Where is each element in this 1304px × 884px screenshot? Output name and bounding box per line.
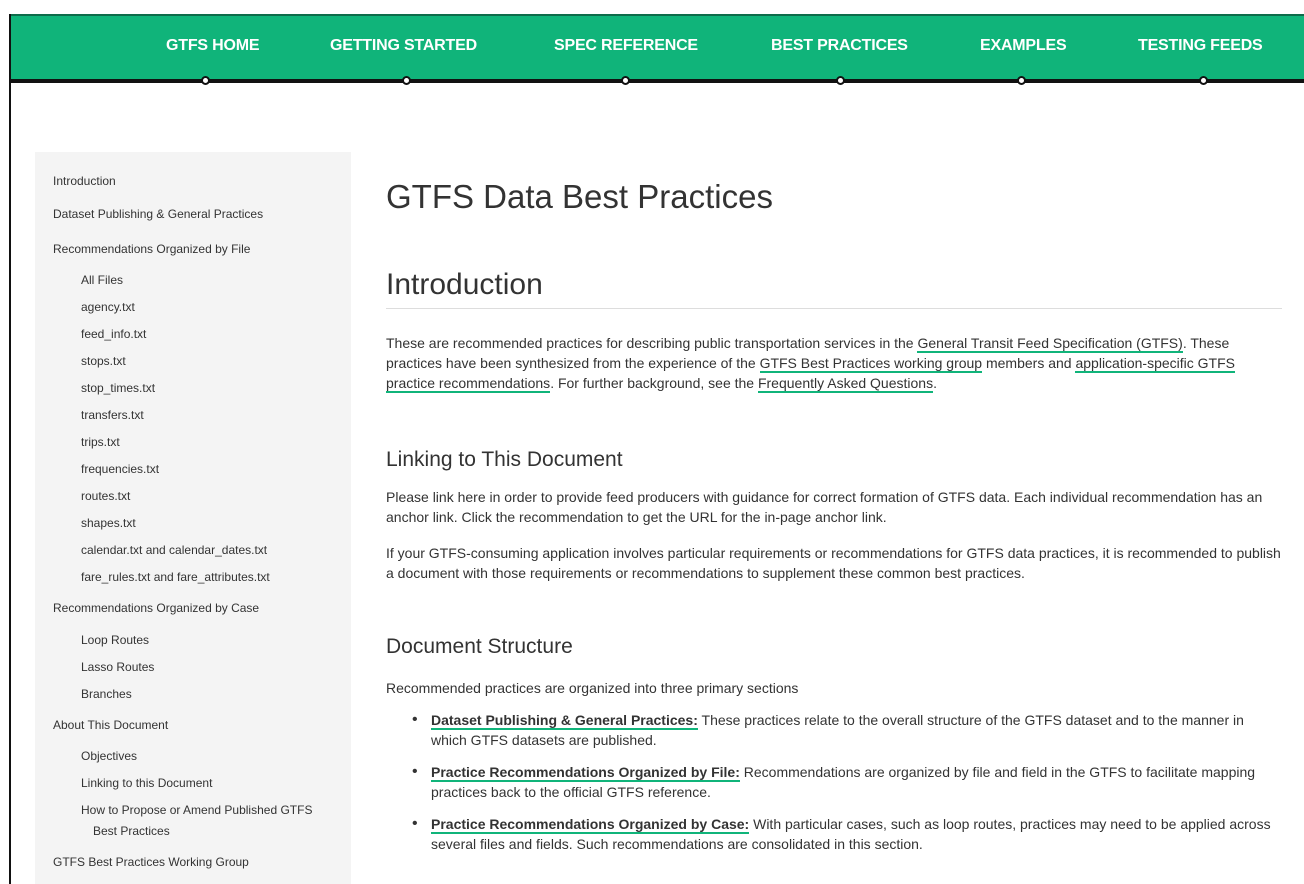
sidebar-item-working-group[interactable]: GTFS Best Practices Working Group xyxy=(53,854,249,870)
sidebar-item-loop-routes[interactable]: Loop Routes xyxy=(81,632,149,648)
sidebar-item-shapes[interactable]: shapes.txt xyxy=(81,515,136,531)
sidebar-item-calendar[interactable]: calendar.txt and calendar_dates.txt xyxy=(81,542,267,558)
sidebar-item-stop-times[interactable]: stop_times.txt xyxy=(81,380,155,396)
sidebar-item-propose-amend-cont[interactable]: Best Practices xyxy=(93,823,170,839)
frame-border xyxy=(9,14,11,884)
sidebar-item-fare-rules[interactable]: fare_rules.txt and fare_attributes.txt xyxy=(81,569,270,585)
link-by-file[interactable]: Practice Recommendations Organized by Fi… xyxy=(431,764,740,782)
link-gtfs-spec[interactable]: General Transit Feed Specification (GTFS… xyxy=(917,335,1183,353)
sidebar-item-transfers[interactable]: transfers.txt xyxy=(81,407,144,423)
list-item: Practice Recommendations Organized by Ca… xyxy=(410,814,1282,854)
nav-marker-dot xyxy=(621,76,630,85)
nav-marker-dot xyxy=(402,76,411,85)
nav-getting-started[interactable]: GETTING STARTED xyxy=(330,37,477,55)
nav-spec-reference[interactable]: SPEC REFERENCE xyxy=(554,37,698,55)
sidebar-item-dataset-publishing[interactable]: Dataset Publishing & General Practices xyxy=(53,206,263,222)
sidebar-item-lasso-routes[interactable]: Lasso Routes xyxy=(81,659,154,675)
nav-best-practices[interactable]: BEST PRACTICES xyxy=(771,37,908,55)
section-heading-structure: Document Structure xyxy=(386,635,573,658)
nav-gtfs-home[interactable]: GTFS HOME xyxy=(166,37,260,55)
sidebar-item-feed-info[interactable]: feed_info.txt xyxy=(81,326,146,342)
sidebar-item-recommendations-by-case[interactable]: Recommendations Organized by Case xyxy=(53,600,259,616)
sidebar-toc: Introduction Dataset Publishing & Genera… xyxy=(35,152,351,884)
sidebar-item-recommendations-by-file[interactable]: Recommendations Organized by File xyxy=(53,241,250,257)
list-item: Practice Recommendations Organized by Fi… xyxy=(410,762,1282,802)
sidebar-item-about[interactable]: About This Document xyxy=(53,717,168,733)
sidebar-item-agency[interactable]: agency.txt xyxy=(81,299,135,315)
intro-paragraph: These are recommended practices for desc… xyxy=(386,333,1282,393)
sidebar-item-trips[interactable]: trips.txt xyxy=(81,434,120,450)
structure-paragraph: Recommended practices are organized into… xyxy=(386,680,799,696)
sidebar-item-introduction[interactable]: Introduction xyxy=(53,173,116,189)
link-by-case[interactable]: Practice Recommendations Organized by Ca… xyxy=(431,816,750,834)
section-heading-linking: Linking to This Document xyxy=(386,448,623,471)
link-working-group[interactable]: GTFS Best Practices working group xyxy=(759,355,983,373)
sidebar-item-linking[interactable]: Linking to this Document xyxy=(81,775,212,791)
sidebar-item-routes[interactable]: routes.txt xyxy=(81,488,130,504)
nav-marker-dot xyxy=(201,76,210,85)
intro-text: members and xyxy=(982,355,1076,371)
nav-examples[interactable]: EXAMPLES xyxy=(980,37,1067,55)
page-title: GTFS Data Best Practices xyxy=(386,178,773,215)
sidebar-item-propose-amend[interactable]: How to Propose or Amend Published GTFS xyxy=(81,802,312,818)
intro-text: These are recommended practices for desc… xyxy=(386,335,918,351)
sidebar-item-branches[interactable]: Branches xyxy=(81,686,132,702)
linking-paragraph-1: Please link here in order to provide fee… xyxy=(386,489,1263,525)
list-item: Dataset Publishing & General Practices: … xyxy=(410,710,1282,750)
link-dataset-publishing[interactable]: Dataset Publishing & General Practices: xyxy=(431,712,698,730)
sidebar-item-all-files[interactable]: All Files xyxy=(81,272,123,288)
linking-paragraph-2: If your GTFS-consuming application invol… xyxy=(386,545,1281,581)
nav-marker-dot xyxy=(836,76,845,85)
link-faq[interactable]: Frequently Asked Questions xyxy=(757,375,934,393)
structure-bullet-list: Dataset Publishing & General Practices: … xyxy=(410,710,1282,866)
intro-text: . For further background, see the xyxy=(550,375,758,391)
sidebar-item-frequencies[interactable]: frequencies.txt xyxy=(81,461,159,477)
sidebar-item-stops[interactable]: stops.txt xyxy=(81,353,126,369)
nav-testing-feeds[interactable]: TESTING FEEDS xyxy=(1138,37,1263,55)
section-heading-introduction: Introduction xyxy=(386,268,1282,309)
nav-marker-dot xyxy=(1017,76,1026,85)
nav-marker-dot xyxy=(1199,76,1208,85)
intro-text: . xyxy=(933,375,937,391)
sidebar-item-objectives[interactable]: Objectives xyxy=(81,748,137,764)
